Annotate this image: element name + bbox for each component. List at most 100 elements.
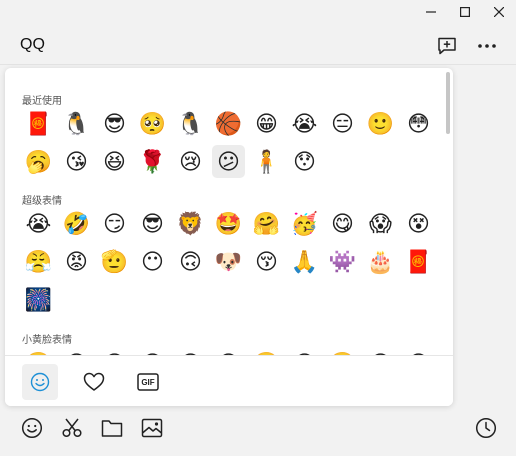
chat-toolbar [0, 410, 516, 446]
new-message-button[interactable] [435, 34, 459, 58]
emoji-face-1[interactable]: 🙂 [22, 347, 55, 355]
emoji-lollipop-face[interactable]: 😋 [326, 207, 359, 240]
emoji-face-7[interactable]: 🙂 [250, 347, 283, 355]
emoji-crying-loud[interactable]: 😭 [22, 207, 55, 240]
grinning-teeth-icon: 😁 [255, 110, 278, 136]
emoji-grid-super: 😭 🤣 😏 😎 🦁 🤩 🤗 🥳 😋 😱 😵 😤 😡 🫡 😶 🙃 🐶 😚 🙏 👾 🎂 🧧 🎆 [22, 207, 442, 321]
emoji-basketball[interactable]: 🏀 [212, 107, 245, 140]
emoji-fireworks[interactable]: 🎆 [22, 283, 55, 316]
emoji-face-11[interactable]: 😠 [402, 347, 435, 355]
emoji-cool-smirk[interactable]: 😎 [98, 107, 131, 140]
emoji-face-2[interactable]: 😊 [60, 347, 93, 355]
rolling-laugh-icon: 🤣 [62, 210, 91, 236]
emoji-pleading-hands[interactable]: 🥺 [136, 107, 169, 140]
emoji-pout-face[interactable]: 😤 [22, 245, 55, 278]
rose-icon: 🌹 [138, 148, 167, 174]
emoji-afro-face[interactable]: 😶 [136, 245, 169, 278]
emoji-button[interactable] [20, 416, 44, 440]
emoji-face-8[interactable]: 😊 [288, 347, 321, 355]
file-button[interactable] [100, 416, 124, 440]
favorites-tab[interactable] [76, 364, 112, 400]
emoji-tab[interactable] [22, 364, 58, 400]
star-eyes-icon: 🤩 [214, 210, 243, 236]
emoji-hug-face[interactable]: 🤗 [250, 207, 283, 240]
emoji-star-eyes[interactable]: 🤩 [212, 207, 245, 240]
emoji-sunglasses-face[interactable]: 😎 [136, 207, 169, 240]
red-face-icon: 😡 [65, 248, 88, 274]
scissors-icon [62, 418, 82, 438]
doge-face-icon: 🐶 [214, 248, 243, 274]
emoji-tearful-face[interactable]: 😢 [174, 145, 207, 178]
hug-face-icon: 🤗 [252, 210, 281, 236]
emoji-face-6[interactable]: 😉 [212, 347, 245, 355]
chat-header: QQ [0, 30, 516, 62]
emoji-scroll-area[interactable]: 最近使用 🧧 🐧 😎 🥺 🐧 🏀 😁 😭 😑 🙂 😳 🥱 😘 😆 🌹 😢 😕 🧍 😯 超级表情 😭 🤣 😏 😎 🦁 🤩 🤗 🥳 😋 😱… [5, 68, 453, 355]
emoji-shocked-face[interactable]: 😯 [288, 145, 321, 178]
emoji-awkward-face[interactable]: 😕 [212, 145, 245, 178]
minimize-icon [426, 11, 436, 13]
emoji-grid-yellow-face: 🙂 😊 😀 😄 😃 😉 🙂 😊 🙂 😡 😠 [22, 347, 442, 355]
kiss-heart-icon: 😚 [255, 248, 278, 274]
emoji-red-face[interactable]: 😡 [60, 245, 93, 278]
section-title-yellow-face: 小黄脸表情 [22, 335, 72, 346]
emoji-laughing-face[interactable]: 😆 [98, 145, 131, 178]
emoji-red-envelope[interactable]: 🧧 [22, 107, 55, 140]
minimize-button[interactable] [414, 0, 448, 24]
emoji-dizzy-face[interactable]: 😵 [402, 207, 435, 240]
emoji-cake[interactable]: 🎂 [364, 245, 397, 278]
emoji-grinning-teeth[interactable]: 😁 [250, 107, 283, 140]
smirk-face-icon: 😏 [103, 210, 126, 236]
shocked-face-icon: 😯 [293, 148, 316, 174]
image-button[interactable] [140, 416, 164, 440]
close-button[interactable] [482, 0, 516, 24]
emoji-red-envelope[interactable]: 🧧 [402, 245, 435, 278]
maximize-icon [460, 7, 470, 17]
emoji-block-face[interactable]: 🙃 [174, 245, 207, 278]
emoji-panel: 最近使用 🧧 🐧 😎 🥺 🐧 🏀 😁 😭 😑 🙂 😳 🥱 😘 😆 🌹 😢 😕 🧍 😯 超级表情 😭 🤣 😏 😎 🦁 🤩 🤗 🥳 😋 😱… [5, 68, 453, 406]
emoji-face-5[interactable]: 😃 [174, 347, 207, 355]
smile-icon [30, 372, 50, 392]
emoji-party-face[interactable]: 🥳 [288, 207, 321, 240]
bow-hands-icon: 🙏 [290, 248, 319, 274]
emoji-lion-face[interactable]: 🦁 [174, 207, 207, 240]
emoji-face-4[interactable]: 😄 [136, 347, 169, 355]
new-message-icon [438, 37, 456, 55]
emoji-sleepy-face[interactable]: 😑 [326, 107, 359, 140]
laughing-face-icon: 😆 [103, 148, 126, 174]
chat-area [453, 68, 516, 406]
emoji-rose[interactable]: 🌹 [136, 145, 169, 178]
emoji-smiling-face[interactable]: 🙂 [364, 107, 397, 140]
emoji-smirk-face[interactable]: 😏 [98, 207, 131, 240]
emoji-face-3[interactable]: 😀 [98, 347, 131, 355]
history-button[interactable] [474, 416, 498, 440]
emoji-surprised-face[interactable]: 😳 [402, 107, 435, 140]
emoji-rolling-laugh[interactable]: 🤣 [60, 207, 93, 240]
emoji-doge-face[interactable]: 🐶 [212, 245, 245, 278]
couple-penguins-icon: 🐧 [62, 110, 91, 136]
screenshot-button[interactable] [60, 416, 84, 440]
maximize-button[interactable] [448, 0, 482, 24]
emoji-yawning-face[interactable]: 🥱 [22, 145, 55, 178]
emoji-face-9[interactable]: 🙂 [326, 347, 359, 355]
emoji-kiss-heart[interactable]: 😚 [250, 245, 283, 278]
emoji-qq-penguin[interactable]: 🐧 [174, 107, 207, 140]
image-icon [141, 418, 163, 438]
gif-tab-label: GIF [141, 377, 155, 387]
history-icon [475, 417, 497, 439]
emoji-scream-face[interactable]: 😱 [364, 207, 397, 240]
emoji-bow-hands[interactable]: 🙏 [288, 245, 321, 278]
more-button[interactable] [475, 34, 499, 58]
emoji-crying-loud[interactable]: 😭 [288, 107, 321, 140]
surprised-face-icon: 😳 [407, 110, 430, 136]
emoji-kissing-face[interactable]: 😘 [60, 145, 93, 178]
cake-icon: 🎂 [366, 248, 395, 274]
emoji-couple-penguins[interactable]: 🐧 [60, 107, 93, 140]
emoji-face-10[interactable]: 😡 [364, 347, 397, 355]
emoji-salute-face[interactable]: 🫡 [98, 245, 131, 278]
emoji-fighter[interactable]: 👾 [326, 245, 359, 278]
scrollbar-thumb[interactable] [446, 72, 450, 134]
fighter-icon: 👾 [328, 248, 357, 274]
emoji-green-body[interactable]: 🧍 [250, 145, 283, 178]
lollipop-face-icon: 😋 [331, 210, 354, 236]
gif-tab[interactable]: GIF [130, 364, 166, 400]
